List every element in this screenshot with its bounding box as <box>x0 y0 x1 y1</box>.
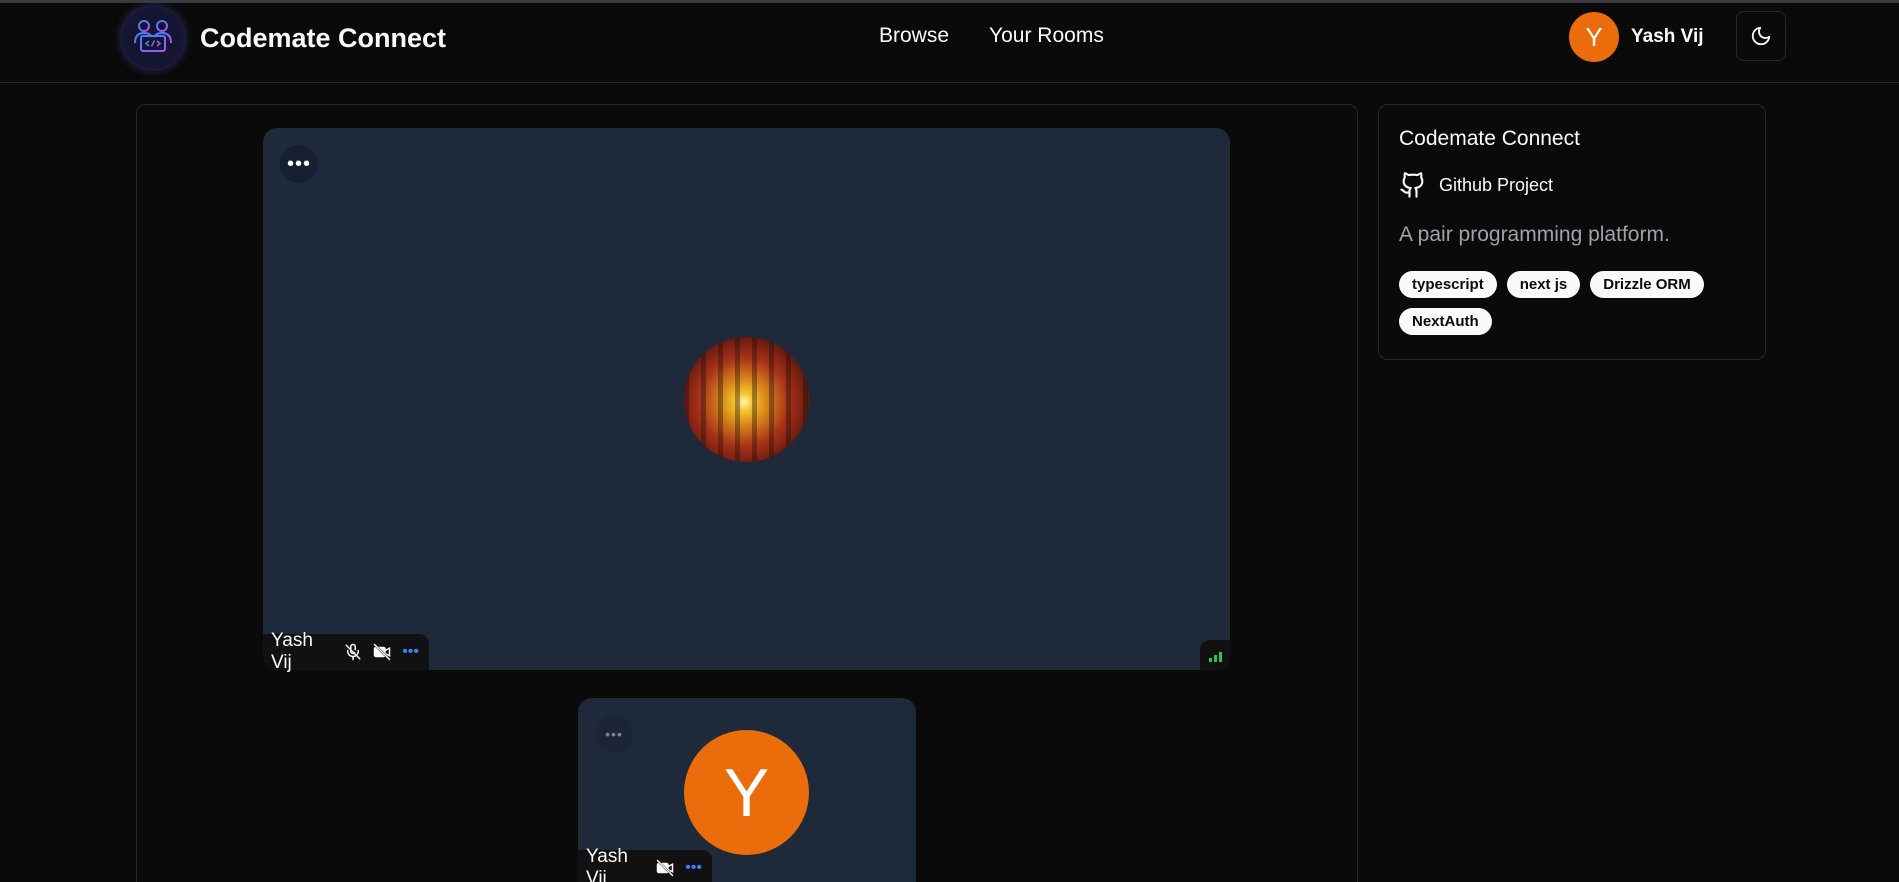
top-navbar: Codemate Connect Browse Your Rooms Y Yas… <box>0 3 1899 83</box>
participant-name-bar: Yash Vij ••• <box>578 846 712 882</box>
tag-list: typescript next js Drizzle ORM NextAuth <box>1399 271 1739 335</box>
connection-quality-icon <box>1200 640 1230 670</box>
tag-badge[interactable]: next js <box>1506 271 1581 298</box>
video-off-icon[interactable] <box>372 643 392 661</box>
theme-toggle-button[interactable] <box>1736 11 1786 61</box>
room-info-card: Codemate Connect Github Project A pair p… <box>1378 104 1766 360</box>
participant-avatar-image <box>684 337 809 462</box>
more-icon[interactable]: ••• <box>402 643 419 661</box>
nav-browse[interactable]: Browse <box>879 24 949 48</box>
avatar: Y <box>1569 12 1619 62</box>
tag-badge[interactable]: typescript <box>1399 271 1497 298</box>
room-description: A pair programming platform. <box>1399 223 1670 246</box>
moon-icon <box>1750 25 1772 47</box>
more-icon[interactable]: ••• <box>685 859 702 877</box>
participant-name: Yash Vij <box>586 846 628 882</box>
user-name: Yash Vij <box>1631 26 1704 47</box>
mic-off-icon[interactable] <box>344 643 362 661</box>
tag-badge[interactable]: NextAuth <box>1399 308 1492 335</box>
participant-name: Yash Vij <box>271 630 313 673</box>
github-project-link[interactable]: Github Project <box>1399 171 1745 199</box>
main-nav: Browse Your Rooms <box>879 24 1104 48</box>
avatar: Y <box>684 730 809 855</box>
room-title: Codemate Connect <box>1399 127 1580 150</box>
nav-your-rooms[interactable]: Your Rooms <box>989 24 1104 48</box>
participant-name-bar: Yash Vij ••• <box>263 630 429 673</box>
video-off-icon[interactable] <box>655 859 675 877</box>
github-project-label: Github Project <box>1439 174 1554 195</box>
more-icon[interactable]: ••• <box>280 145 318 183</box>
participant-tile-self: ••• Y Yash Vij ••• <box>578 698 916 882</box>
github-icon <box>1399 171 1427 199</box>
logo-icon <box>122 7 184 69</box>
more-icon[interactable]: ••• <box>595 715 633 753</box>
tag-badge[interactable]: Drizzle ORM <box>1590 271 1704 298</box>
brand-name: Codemate Connect <box>200 22 447 53</box>
participant-tile-main: ••• Yash Vij ••• <box>263 128 1230 673</box>
brand-link[interactable]: Codemate Connect <box>122 7 446 69</box>
user-menu[interactable]: Y Yash Vij <box>1569 12 1704 62</box>
